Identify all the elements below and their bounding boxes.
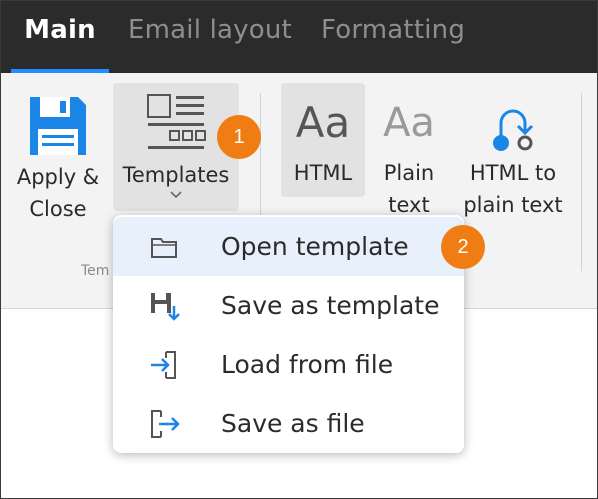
load-file-icon <box>151 351 176 379</box>
apply-close-label-line1: Apply & <box>16 165 100 189</box>
html-format-label: HTML <box>293 161 353 185</box>
html-to-plain-label-line1: HTML to <box>469 161 557 185</box>
apply-close-label-line2: Close <box>29 197 87 221</box>
menu-item-load-from-file[interactable]: Load from file <box>113 335 464 394</box>
ribbon-separator-right <box>581 93 582 271</box>
tab-main-label: Main <box>24 15 96 45</box>
tab-formatting[interactable]: Formatting <box>321 1 465 73</box>
app-window: Main Email layout Formatting Apply & Clo… <box>0 0 598 499</box>
html-to-plain-button[interactable]: HTML to plain text <box>457 83 569 223</box>
tab-bar: Main Email layout Formatting <box>1 1 597 73</box>
plain-text-label-line1: Plain <box>383 161 435 185</box>
menu-item-label: Save as file <box>221 409 365 438</box>
menu-item-label: Open template <box>221 232 409 261</box>
tab-email-layout-label: Email layout <box>128 15 292 45</box>
aa-thin-icon: Aa <box>383 100 435 146</box>
menu-item-save-as-template[interactable]: Save as template <box>113 276 464 335</box>
floppy-disk-icon <box>30 97 86 155</box>
callout-badge-2: 2 <box>441 225 485 269</box>
templates-icon <box>147 94 206 149</box>
convert-arrow-icon <box>493 109 534 151</box>
aa-bold-icon: Aa <box>295 98 351 147</box>
callout-badge-1: 1 <box>217 115 261 159</box>
save-template-icon <box>151 293 180 321</box>
menu-item-open-template[interactable]: Open template <box>113 217 464 276</box>
apply-close-button[interactable]: Apply & Close <box>9 85 107 225</box>
tab-email-layout[interactable]: Email layout <box>128 1 292 73</box>
tab-formatting-label: Formatting <box>321 15 466 45</box>
folder-icon <box>151 238 177 258</box>
menu-item-label: Save as template <box>221 291 440 320</box>
plain-text-button[interactable]: Aa Plain text <box>371 83 447 223</box>
html-format-button[interactable]: Aa HTML <box>281 83 365 197</box>
menu-item-save-as-file[interactable]: Save as file <box>113 394 464 453</box>
save-file-icon <box>151 410 180 438</box>
templates-dropdown-menu: Open template Save as template Load from… <box>113 215 464 453</box>
menu-item-label: Load from file <box>221 350 394 379</box>
tab-main[interactable]: Main <box>11 1 109 73</box>
templates-label: Templates <box>122 163 230 187</box>
chevron-down-icon <box>170 191 182 199</box>
templates-group-label: Tem <box>81 263 110 279</box>
html-to-plain-label-line2: plain text <box>463 193 563 217</box>
